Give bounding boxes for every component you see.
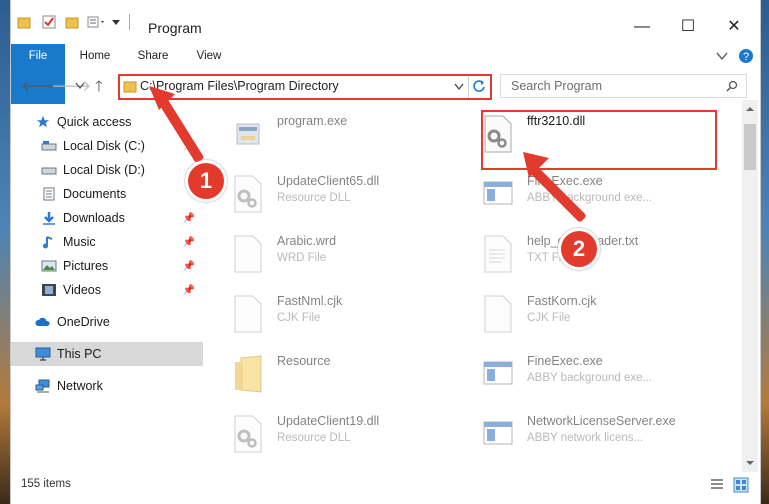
folder-icon [123,81,137,93]
file-item-arabic-wrd[interactable]: Arabic.wrd WRD File [209,220,449,280]
annotation-arrowhead-2 [523,152,549,178]
drive-icon [41,167,57,175]
recent-locations-icon[interactable] [75,82,85,90]
network-icon [35,379,50,393]
file-item-fastkorn-cjk[interactable]: FastKorn.cjk CJK File [459,280,699,340]
address-dropdown-icon[interactable] [454,83,464,91]
nav-item-network[interactable]: Network [11,374,203,398]
customize-toolbar-icon[interactable] [87,15,107,29]
cloud-icon [35,317,50,326]
star-icon [36,115,50,128]
help-icon[interactable]: ? [738,48,754,64]
status-bar: 155 items [11,474,760,496]
documents-icon [43,187,55,201]
new-folder-icon[interactable] [65,15,79,29]
explorer-window: Program — ☐ ✕ File Home Share View ? 🡐 🡒… [10,0,761,504]
scrollbar-thumb[interactable] [744,124,756,170]
folder-icon[interactable] [17,15,31,29]
pictures-icon [41,260,57,272]
pin-icon: 📌 [182,284,195,296]
search-box[interactable]: Search Program [500,74,747,98]
pin-icon: 📌 [182,236,195,248]
dropdown-arrow-icon[interactable] [111,17,121,27]
title-bar: Program — ☐ ✕ [11,0,760,40]
file-item-updateclient65-dll[interactable]: UpdateClient65.dll Resource DLL [209,160,449,220]
search-icon[interactable] [726,80,738,92]
vertical-scrollbar[interactable] [742,100,758,472]
text-file-icon [484,235,512,273]
nav-item-downloads[interactable]: Downloads 📌 [11,206,203,230]
tab-share[interactable]: Share [133,44,173,68]
computer-icon [35,347,51,361]
scroll-up-icon[interactable] [745,106,755,112]
blank-file-icon [234,235,262,273]
file-item-updateclient19-dll[interactable]: UpdateClient19.dll Resource DLL [209,400,449,460]
nav-item-music[interactable]: Music 📌 [11,230,203,254]
large-icons-view-icon[interactable] [733,477,749,493]
ribbon-tabs: File Home Share View ? [11,44,760,104]
svg-text:?: ? [743,51,749,63]
nav-item-documents[interactable]: Documents [11,182,203,206]
blank-file-icon [234,295,262,333]
videos-icon [42,284,56,296]
window-exe-icon [483,181,513,205]
expand-ribbon-icon[interactable] [716,51,728,61]
nav-item-onedrive[interactable]: OneDrive [11,310,203,334]
tab-home[interactable]: Home [75,44,115,68]
nav-item-local-disk-c[interactable]: Local Disk (C:) 📌 [11,134,203,158]
desktop-background-left [0,0,10,504]
file-item-resource-folder[interactable]: Resource [209,340,449,400]
item-count: 155 items [21,478,71,490]
dll-gear-icon [234,175,262,213]
file-item-fastnml-cjk[interactable]: FastNml.cjk CJK File [209,280,449,340]
nav-item-pictures[interactable]: Pictures 📌 [11,254,203,278]
file-item-fineexec-exe-2[interactable]: FineExec.exe ABBY background exe... [459,340,699,400]
quick-access-toolbar [17,12,130,32]
nav-item-this-pc[interactable]: This PC [11,342,203,366]
window-title: Program [148,20,202,36]
exe-icon [236,123,260,145]
file-item-networklicenseserver-exe[interactable]: NetworkLicenseServer.exe ABBY network li… [459,400,699,460]
minimize-button[interactable]: — [627,14,657,40]
nav-item-local-disk-d[interactable]: Local Disk (D:) [11,158,203,182]
details-view-icon[interactable] [710,478,724,492]
drive-icon [41,141,57,151]
annotation-arrowhead-1 [149,86,175,110]
tab-file[interactable]: File [11,44,65,104]
pin-icon: 📌 [182,212,195,224]
step-badge-2: 2 [558,228,600,270]
highlight-box-dll [481,110,717,170]
pin-icon: 📌 [182,260,195,272]
forward-button[interactable]: 🡒 [51,76,91,95]
window-exe-icon [483,361,513,385]
close-button[interactable]: ✕ [719,14,749,40]
search-input[interactable]: Search Program [511,79,602,93]
maximize-button[interactable]: ☐ [673,14,703,40]
step-badge-1: 1 [185,160,227,202]
file-item-program-exe[interactable]: program.exe [209,100,449,160]
downloads-icon [43,212,55,225]
up-button[interactable]: 🡑 [95,76,103,101]
folder-icon [235,355,262,393]
dll-gear-icon [234,415,262,453]
tab-view[interactable]: View [191,44,227,68]
scroll-down-icon[interactable] [745,460,755,466]
window-exe-icon [483,421,513,445]
navigation-pane: Quick access Local Disk (C:) 📌 Local Dis… [11,110,203,470]
refresh-icon[interactable] [472,79,486,93]
nav-item-videos[interactable]: Videos 📌 [11,278,203,302]
properties-icon[interactable] [41,14,57,30]
music-icon [43,236,53,249]
blank-file-icon [484,295,512,333]
